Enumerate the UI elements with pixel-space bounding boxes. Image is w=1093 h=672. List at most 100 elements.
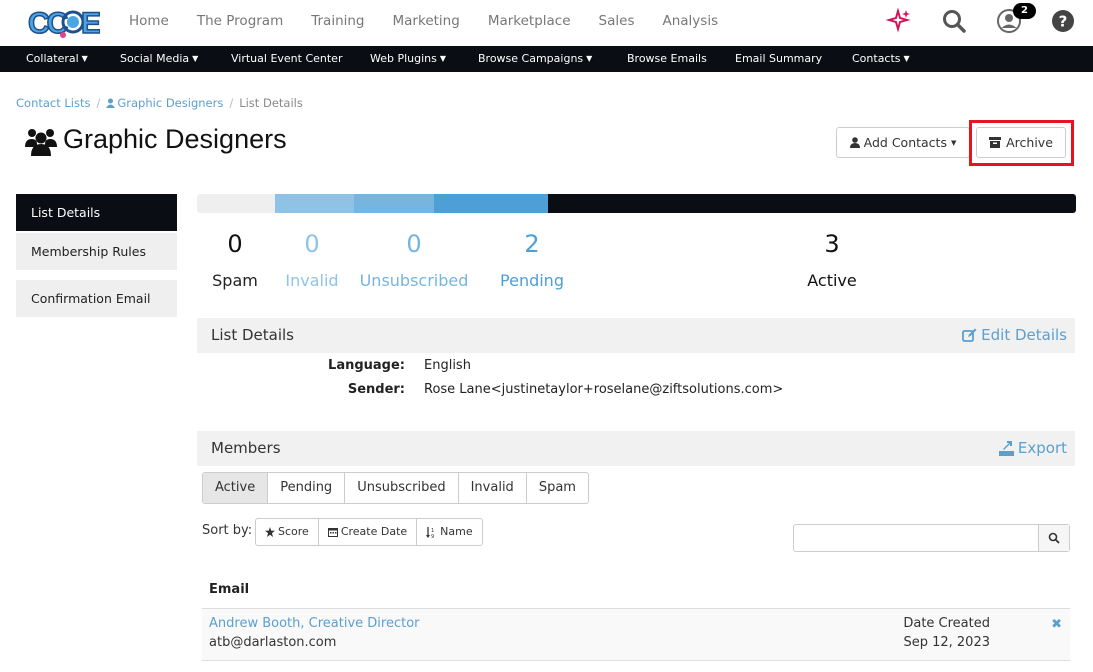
breadcrumb-contact-lists[interactable]: Contact Lists — [16, 96, 91, 110]
subnav-label: Social Media — [120, 52, 190, 65]
subnav-label: Email Summary — [735, 52, 823, 65]
archive-highlight-box — [969, 120, 1074, 166]
chevron-down-icon: ▼ — [586, 54, 593, 63]
nav-analysis[interactable]: Analysis — [662, 12, 718, 30]
stat-active-label: Active — [807, 271, 857, 290]
tab-invalid[interactable]: Invalid — [459, 473, 527, 503]
bar-segment-unsubscribed — [354, 194, 434, 213]
chevron-down-icon: ▼ — [192, 54, 199, 63]
language-label: Language: — [328, 358, 405, 373]
svg-text:?: ? — [1059, 13, 1068, 31]
svg-text:E: E — [81, 7, 100, 40]
search-button[interactable] — [1038, 525, 1069, 551]
sort-buttons: Score Create Date 1 9 Name — [255, 518, 483, 546]
sender-value: Rose Lane<justinetaylor+roselane@ziftsol… — [424, 382, 784, 397]
add-contacts-label: Add Contacts — [863, 135, 947, 150]
subnav-browse-emails[interactable]: Browse Emails — [627, 46, 707, 72]
list-details-header: List Details Edit Details — [197, 318, 1075, 353]
sort-create-date-button[interactable]: Create Date — [319, 519, 418, 545]
notification-badge: 2 — [1013, 3, 1036, 19]
nav-marketing[interactable]: Marketing — [393, 12, 460, 30]
breadcrumb-separator: / — [229, 96, 234, 110]
edit-details-label: Edit Details — [981, 326, 1067, 344]
nav-the-program[interactable]: The Program — [197, 12, 283, 30]
subnav-contacts[interactable]: Contacts ▼ — [852, 46, 910, 72]
breadcrumb: Contact Lists / Graphic Designers / List Det… — [16, 96, 303, 110]
breadcrumb-current: List Details — [239, 96, 303, 110]
subnav-label: Browse Emails — [627, 52, 707, 65]
breadcrumb-separator: / — [96, 96, 101, 110]
bar-segment-active — [548, 194, 1076, 213]
section-title: Members — [211, 439, 281, 457]
subnav-label: Collateral — [26, 52, 79, 65]
member-status-tabs: Active Pending Unsubscribed Invalid Spam — [202, 472, 589, 504]
secondary-nav: Collateral ▼ Social Media ▼ Virtual Event … — [0, 46, 1093, 72]
subnav-web-plugins[interactable]: Web Plugins ▼ — [370, 46, 446, 72]
star-icon — [265, 527, 275, 537]
nav-marketplace[interactable]: Marketplace — [488, 12, 571, 30]
date-created-value: Sep 12, 2023 — [903, 635, 990, 650]
subnav-virtual-event-center[interactable]: Virtual Event Center — [231, 46, 342, 72]
subnav-label: Contacts — [852, 52, 901, 65]
subnav-collateral[interactable]: Collateral ▼ — [26, 46, 88, 72]
tab-active[interactable]: Active — [203, 473, 269, 503]
breadcrumb-graphic-designers[interactable]: Graphic Designers — [106, 96, 223, 110]
nav-training[interactable]: Training — [311, 12, 364, 30]
stat-unsubscribed-value: 0 — [406, 230, 422, 258]
member-email: atb@darlaston.com — [209, 635, 337, 650]
bar-segment-spam — [197, 194, 275, 213]
status-distribution-bar — [197, 194, 1076, 213]
stat-pending-value: 2 — [524, 230, 540, 258]
subnav-browse-campaigns[interactable]: Browse Campaigns ▼ — [478, 46, 592, 72]
member-search-input[interactable] — [794, 525, 1038, 551]
table-row: Andrew Booth, Creative Director atb@darl… — [202, 609, 1070, 661]
chevron-down-icon: ▼ — [81, 54, 88, 63]
sort-score-button[interactable]: Score — [256, 519, 319, 545]
subnav-social-media[interactable]: Social Media ▼ — [120, 46, 198, 72]
edit-details-link[interactable]: Edit Details — [962, 326, 1067, 344]
nav-home[interactable]: Home — [129, 12, 169, 30]
subnav-label: Virtual Event Center — [231, 52, 343, 65]
export-label: Export — [1017, 439, 1067, 457]
users-icon — [25, 129, 57, 156]
sort-alpha-icon: 19 — [426, 526, 434, 538]
user-icon — [849, 137, 860, 148]
tab-spam[interactable]: Spam — [527, 473, 588, 503]
column-header-email: Email — [209, 582, 250, 597]
sidebar-item-membership-rules[interactable]: Membership Rules — [16, 233, 177, 270]
tab-unsubscribed[interactable]: Unsubscribed — [345, 473, 459, 503]
user-icon — [106, 98, 116, 108]
bar-segment-pending — [434, 194, 548, 213]
remove-member-icon[interactable]: ✖ — [1051, 617, 1062, 632]
search-icon — [1048, 532, 1060, 544]
sort-name-button[interactable]: 1 9 Name — [417, 519, 481, 545]
edit-icon — [962, 328, 977, 342]
chevron-down-icon: ▼ — [439, 54, 447, 63]
add-contacts-button[interactable]: Add Contacts ▼ — [836, 127, 970, 158]
nav-sales[interactable]: Sales — [599, 12, 635, 30]
language-value: English — [424, 358, 471, 373]
sort-label: Score — [278, 525, 309, 538]
ccoe-logo[interactable]: CC E — [26, 4, 100, 40]
subnav-label: Web Plugins — [370, 52, 437, 65]
sidebar-item-list-details[interactable]: List Details — [16, 194, 177, 231]
search-icon[interactable] — [941, 8, 967, 34]
chevron-down-icon: ▼ — [903, 54, 910, 63]
export-icon — [998, 440, 1014, 456]
sparkle-icon[interactable] — [886, 8, 912, 34]
bar-segment-invalid — [275, 194, 354, 213]
help-icon[interactable]: ? — [1051, 9, 1075, 33]
section-title: List Details — [211, 326, 294, 344]
subnav-email-summary[interactable]: Email Summary — [735, 46, 822, 72]
member-name-link[interactable]: Andrew Booth, Creative Director — [209, 616, 420, 631]
sidebar-item-confirmation-email[interactable]: Confirmation Email — [16, 280, 177, 317]
export-link[interactable]: Export — [998, 439, 1067, 457]
subnav-label: Browse Campaigns — [478, 52, 584, 65]
stat-unsubscribed-label: Unsubscribed — [359, 271, 469, 290]
main-nav: Home The Program Training Marketing Mark… — [129, 12, 746, 30]
sort-by-label: Sort by: — [202, 523, 253, 538]
date-created-label: Date Created — [903, 616, 990, 631]
tab-pending[interactable]: Pending — [268, 473, 346, 503]
sender-label: Sender: — [347, 382, 405, 397]
sort-label: Create Date — [340, 525, 408, 538]
